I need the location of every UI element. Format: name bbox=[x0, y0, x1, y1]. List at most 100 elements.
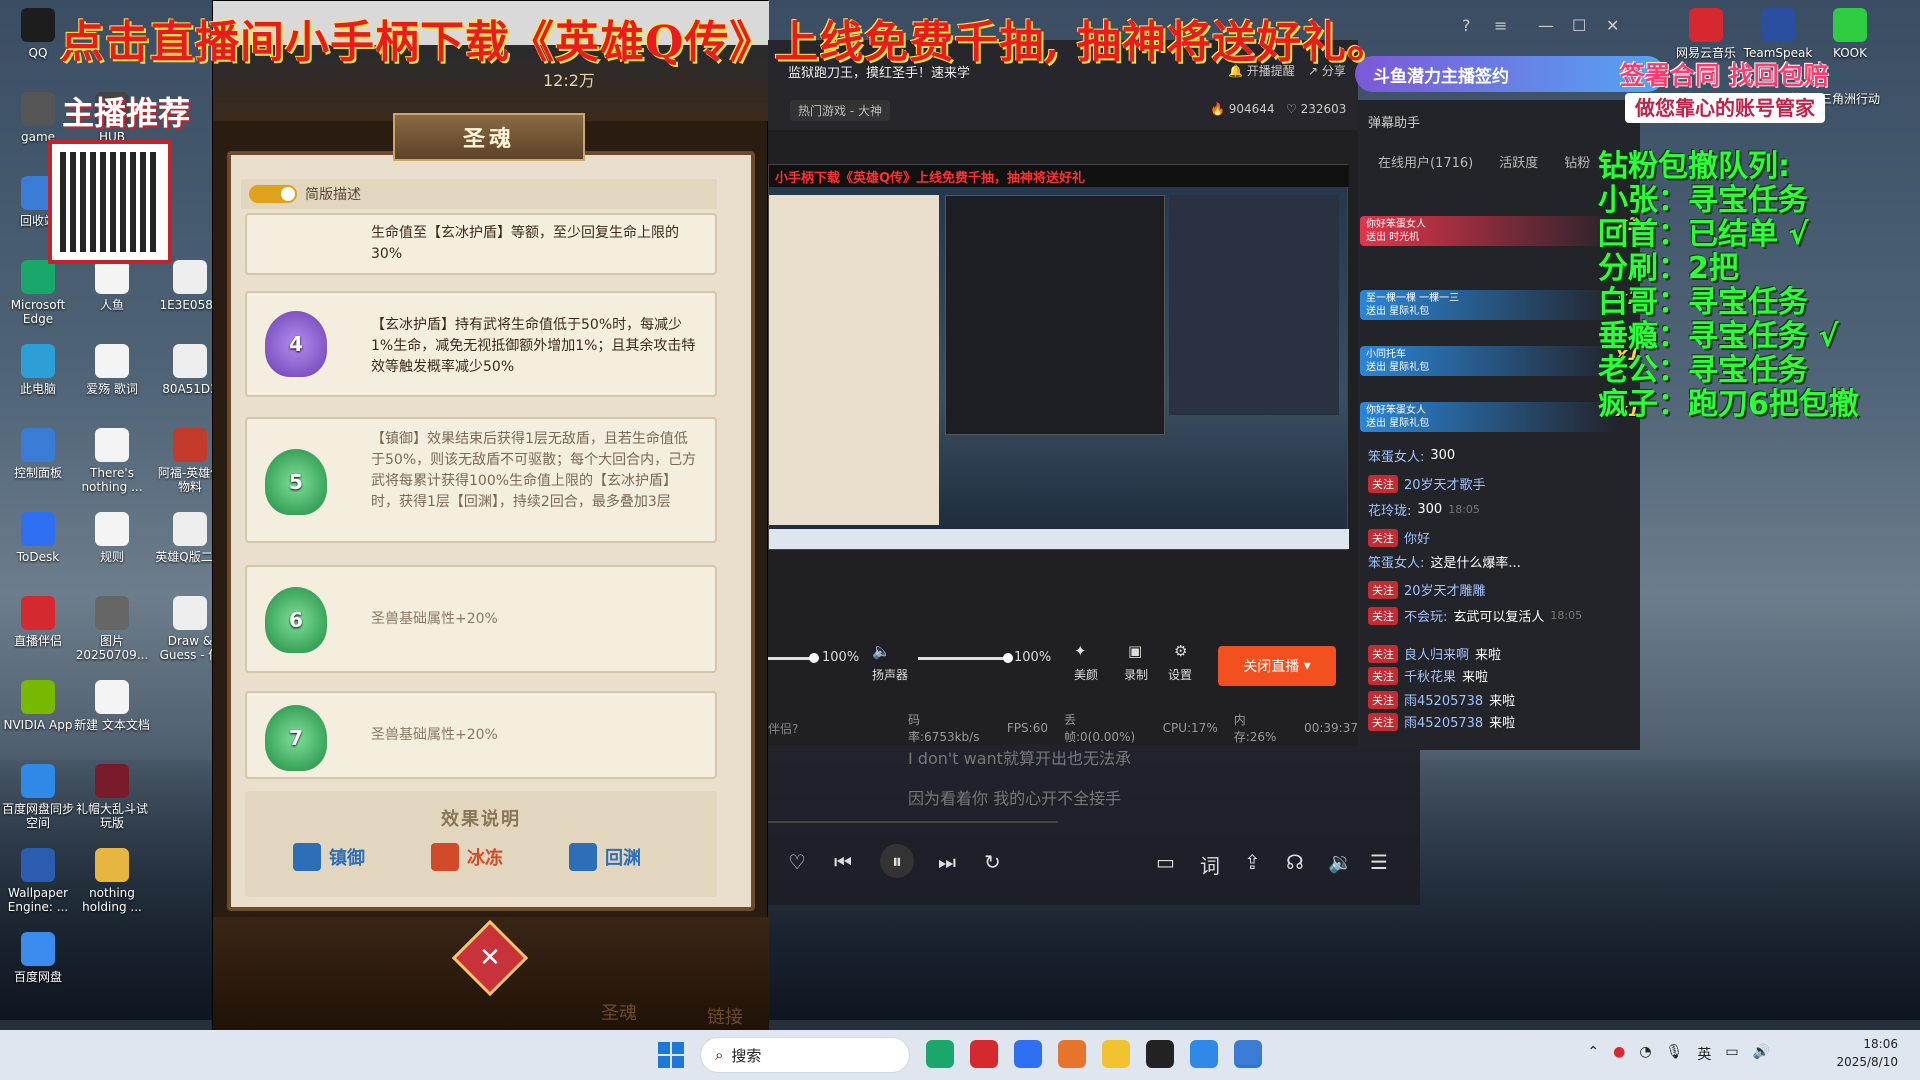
follow-button[interactable]: 关注 bbox=[1368, 666, 1398, 685]
network-icon[interactable]: ▭ bbox=[1725, 1044, 1738, 1064]
desktop-icon[interactable]: nothing holding ... bbox=[74, 844, 150, 928]
douyu-icon[interactable] bbox=[1058, 1040, 1086, 1068]
chat-message[interactable]: 关注 良人归来啊 来啦 bbox=[1368, 644, 1628, 663]
chat-username[interactable]: 花玲珑: bbox=[1368, 500, 1411, 519]
listen-together-icon[interactable]: ☊ bbox=[1286, 850, 1304, 874]
follow-button[interactable]: 关注 bbox=[1368, 606, 1398, 625]
netease-music-icon[interactable] bbox=[970, 1040, 998, 1068]
follow-button[interactable]: 关注 bbox=[1368, 644, 1398, 663]
chat-message[interactable]: 关注 雨45205738 来啦 bbox=[1368, 690, 1628, 709]
tab-saint-soul[interactable]: 圣魂 bbox=[601, 999, 637, 1025]
desktop-icon[interactable]: Wallpaper Engine: ... bbox=[0, 844, 76, 928]
chat-message[interactable]: 关注 千秋花果 来啦 bbox=[1368, 666, 1628, 685]
desktop-icon[interactable]: 百度网盘 bbox=[0, 928, 76, 1012]
desktop-icon[interactable]: 礼帽大乱斗试玩版 bbox=[74, 760, 150, 844]
chat-message[interactable]: 笨蛋女人: 300 bbox=[1368, 446, 1628, 465]
desktop-icon[interactable]: 直播伴侣 bbox=[0, 592, 76, 676]
stream-category[interactable]: 热门游戏 - 大神 bbox=[790, 100, 890, 121]
chat-username[interactable]: 不会玩: bbox=[1404, 606, 1447, 625]
chat-username[interactable]: 良人归来啊 bbox=[1404, 644, 1469, 663]
speaker-tray-icon[interactable]: 🔊 bbox=[1753, 1044, 1770, 1064]
follow-button[interactable]: 关注 bbox=[1368, 712, 1398, 731]
speaker-icon[interactable]: 🔈 bbox=[872, 642, 891, 660]
settings-label[interactable]: 设置 bbox=[1168, 666, 1192, 683]
clock[interactable]: 18:06 2025/8/10 bbox=[1836, 1035, 1898, 1071]
follow-button[interactable]: 关注 bbox=[1368, 580, 1398, 599]
desktop-icon[interactable]: 百度网盘同步空间 bbox=[0, 760, 76, 844]
playlist-icon[interactable]: ☰ bbox=[1370, 850, 1388, 874]
start-icon[interactable] bbox=[658, 1042, 684, 1068]
app-icon[interactable] bbox=[1014, 1040, 1042, 1068]
search-input[interactable]: ⌕ 搜索 bbox=[700, 1037, 910, 1073]
follow-button[interactable]: 关注 bbox=[1368, 690, 1398, 709]
desktop-icon[interactable]: 新建 文本文档 bbox=[74, 676, 150, 760]
gear-icon[interactable]: ⚙ bbox=[1174, 642, 1187, 660]
game-icon[interactable] bbox=[1102, 1040, 1130, 1068]
speaker-slider[interactable] bbox=[918, 653, 1013, 663]
chat-message[interactable]: 关注 20岁天才歌手 bbox=[1368, 474, 1628, 493]
desktop-icon[interactable]: ToDesk bbox=[0, 508, 76, 592]
obs-icon[interactable] bbox=[1146, 1040, 1174, 1068]
minimize-icon[interactable]: — bbox=[1538, 16, 1554, 35]
desktop-icon[interactable]: 控制面板 bbox=[0, 424, 76, 508]
stream-preview[interactable]: 小手柄下载《英雄Q传》上线免费千抽，抽神将送好礼 bbox=[768, 164, 1349, 550]
chat-username[interactable]: 千秋花果 bbox=[1404, 666, 1456, 685]
chat-username[interactable]: 20岁天才歌手 bbox=[1404, 474, 1486, 493]
next-icon[interactable]: ⏭ bbox=[938, 850, 956, 874]
chevron-up-icon[interactable]: ⌃ bbox=[1587, 1044, 1599, 1064]
lyrics-icon[interactable]: 词 bbox=[1200, 850, 1220, 879]
progress-bar[interactable] bbox=[768, 821, 1058, 823]
chat-message[interactable]: 花玲珑: 300 18:05 bbox=[1368, 500, 1628, 519]
chat-message[interactable]: 关注 你好 bbox=[1368, 528, 1628, 547]
record-icon[interactable]: ▣ bbox=[1128, 642, 1142, 660]
chat-username[interactable]: 笨蛋女人: bbox=[1368, 552, 1424, 571]
desktop-icon[interactable]: 爱殇 歌词 bbox=[74, 340, 150, 424]
tab-activity[interactable]: 活跃度 bbox=[1499, 152, 1538, 171]
heart-icon[interactable]: ♡ bbox=[788, 850, 806, 874]
mic-slider[interactable] bbox=[768, 653, 819, 663]
beauty-label[interactable]: 美颜 bbox=[1074, 666, 1098, 683]
chat-username[interactable]: 20岁天才雕雕 bbox=[1404, 580, 1486, 599]
brief-toggle-row[interactable]: 简版描述 bbox=[241, 179, 717, 209]
desktop-icon[interactable]: 规则 bbox=[74, 508, 150, 592]
desktop-icon[interactable]: 人鱼 bbox=[74, 256, 150, 340]
beauty-icon[interactable]: ✦ bbox=[1074, 642, 1087, 660]
repeat-icon[interactable]: ↻ bbox=[984, 850, 1001, 874]
promo-sign-banner[interactable]: 斗鱼潜力主播签约 bbox=[1355, 56, 1665, 92]
chat-message[interactable]: 关注 雨45205738 来啦 bbox=[1368, 712, 1628, 731]
chat-username[interactable]: 笨蛋女人: bbox=[1368, 446, 1424, 465]
tab-link[interactable]: 链接 bbox=[707, 1003, 743, 1029]
stream-app-icon[interactable] bbox=[1234, 1040, 1262, 1068]
tab-online-users[interactable]: 在线用户(1716) bbox=[1378, 152, 1473, 171]
follow-button[interactable]: 关注 bbox=[1368, 528, 1398, 547]
pause-icon[interactable]: ⏸ bbox=[880, 844, 914, 878]
wifi-icon[interactable]: ◔ bbox=[1639, 1044, 1651, 1064]
desktop-icon[interactable]: 图片 20250709... bbox=[74, 592, 150, 676]
mic-icon[interactable]: 🎙 bbox=[1666, 1044, 1684, 1064]
maximize-icon[interactable]: ☐ bbox=[1572, 16, 1586, 35]
baidu-icon[interactable] bbox=[1190, 1040, 1218, 1068]
share-icon[interactable]: ⇪ bbox=[1244, 850, 1261, 874]
tab-diamond-fans[interactable]: 钻粉 bbox=[1564, 152, 1590, 171]
chat-message[interactable]: 关注 不会玩: 玄武可以复活人 18:05 bbox=[1368, 606, 1628, 625]
effect-item[interactable]: 回渊 bbox=[569, 843, 641, 871]
chat-message[interactable]: 关注 20岁天才雕雕 bbox=[1368, 580, 1628, 599]
netease-tray-icon[interactable]: ● bbox=[1613, 1044, 1625, 1064]
desktop-icon[interactable]: Microsoft Edge bbox=[0, 256, 76, 340]
close-window-icon[interactable]: ✕ bbox=[1606, 16, 1619, 35]
brief-toggle[interactable] bbox=[249, 185, 297, 203]
ime-indicator[interactable]: 英 bbox=[1697, 1044, 1711, 1064]
effect-item[interactable]: 镇御 bbox=[293, 843, 365, 871]
chat-message[interactable]: 笨蛋女人: 这是什么爆率... bbox=[1368, 552, 1628, 571]
quality-icon[interactable]: ▭ bbox=[1156, 850, 1175, 874]
follow-button[interactable]: 关注 bbox=[1368, 474, 1398, 493]
menu-icon[interactable]: ≡ bbox=[1494, 16, 1507, 35]
edge-icon[interactable] bbox=[926, 1040, 954, 1068]
stop-live-button[interactable]: 关闭直播 ▾ bbox=[1218, 646, 1336, 686]
effect-item[interactable]: 冰冻 bbox=[431, 843, 503, 871]
desktop-icon[interactable]: NVIDIA App bbox=[0, 676, 76, 760]
chat-username[interactable]: 雨45205738 bbox=[1404, 712, 1483, 731]
desktop-icon[interactable]: 此电脑 bbox=[0, 340, 76, 424]
desktop-icon[interactable]: There's nothing ... bbox=[74, 424, 150, 508]
record-label[interactable]: 录制 bbox=[1124, 666, 1148, 683]
